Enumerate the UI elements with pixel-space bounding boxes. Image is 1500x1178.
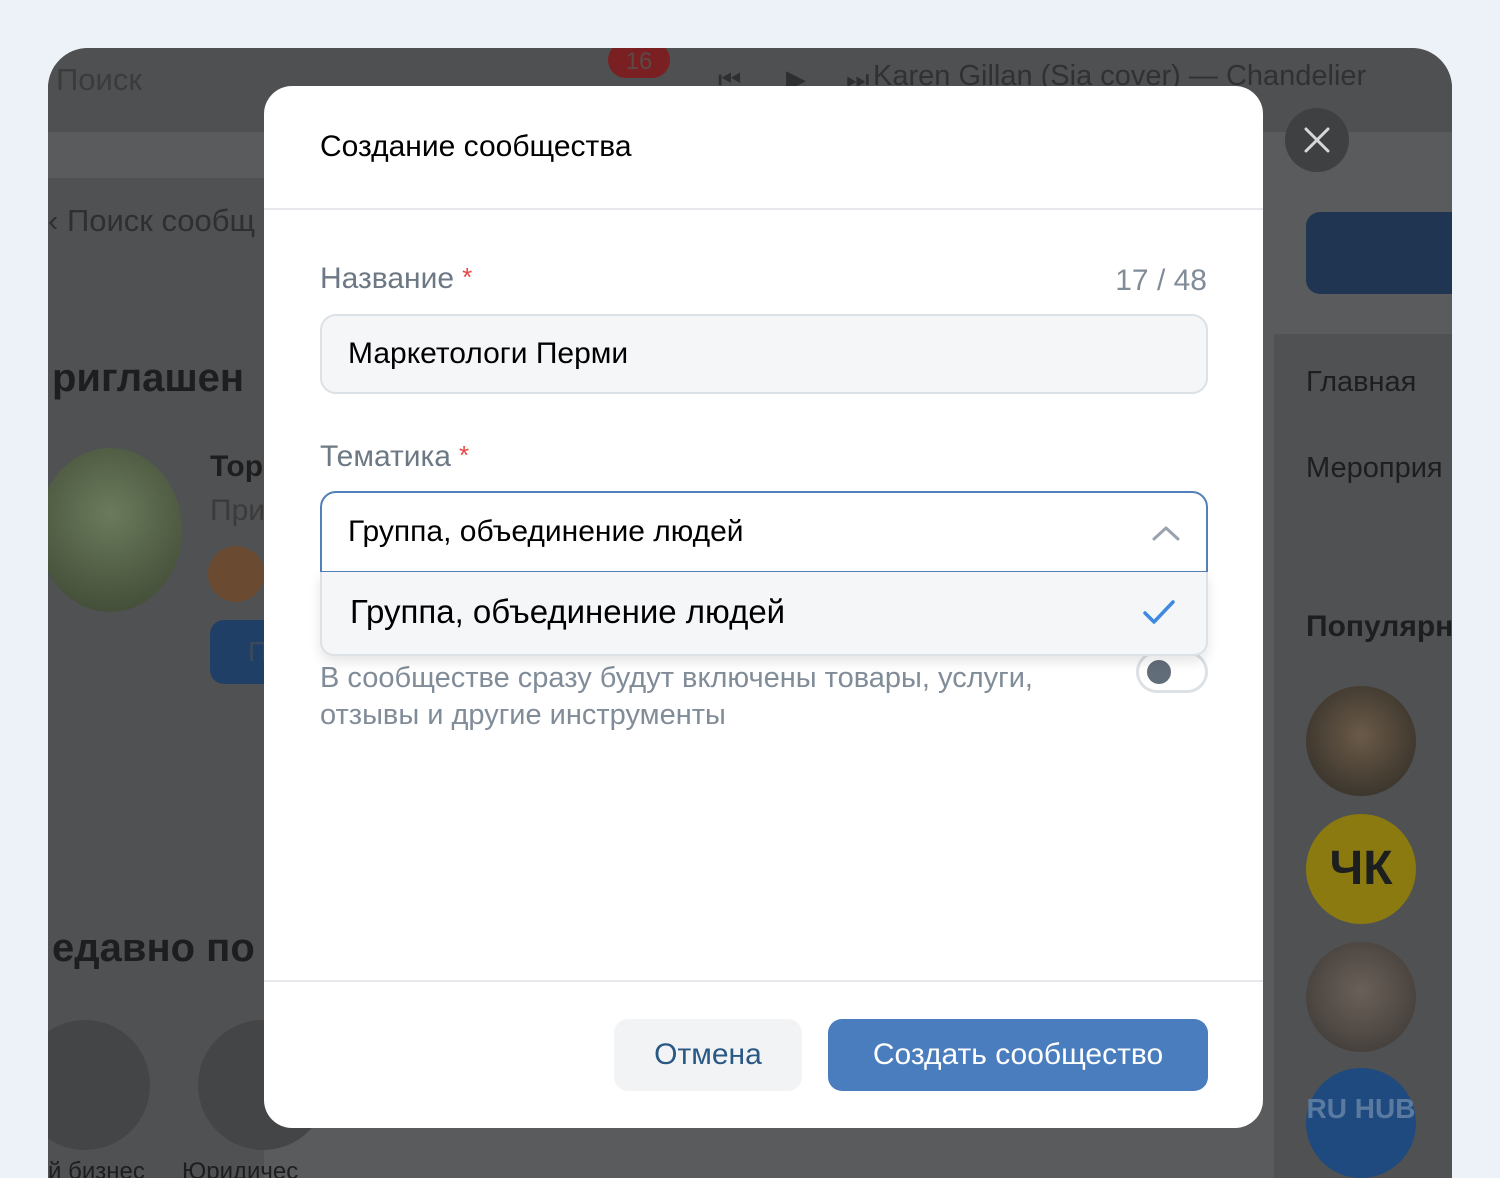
modal-title: Создание сообщества	[320, 130, 632, 163]
cancel-button[interactable]: Отмена	[614, 1019, 802, 1091]
toggle-knob	[1147, 660, 1171, 684]
popular-avatar[interactable]	[1306, 942, 1416, 1052]
close-icon	[1304, 127, 1330, 153]
create-community-modal: Создание сообщества Название * 17 / 48 Ма…	[264, 86, 1263, 1128]
community-name-input[interactable]: Маркетологи Перми	[320, 314, 1208, 394]
business-tools-toggle[interactable]	[1136, 651, 1208, 693]
topic-select[interactable]: Группа, объединение людей	[320, 491, 1208, 573]
topic-option-label: Группа, объединение людей	[350, 593, 786, 630]
name-char-counter: 17 / 48	[1115, 264, 1207, 297]
recent-heading: едавно по	[52, 926, 255, 970]
inviter-avatar	[208, 546, 264, 602]
invitations-card	[48, 316, 264, 896]
popular-logo[interactable]: RU HUB	[1306, 1068, 1416, 1178]
app-window: Поиск 16 ⏮ ▶ ⏭ Karen Gillan (Sia cover) …	[48, 48, 1452, 1178]
name-field-label: Название *	[320, 262, 472, 296]
popular-logo[interactable]: ЧК	[1306, 814, 1416, 924]
nav-item-main[interactable]: Главная	[1306, 366, 1416, 399]
invite-subtitle: При	[210, 494, 266, 527]
recent-item-label[interactable]: й бизнес	[48, 1158, 145, 1178]
invitations-heading: риглашен	[52, 356, 245, 400]
popular-heading: Популярн	[1306, 610, 1452, 643]
topic-select-value: Группа, объединение людей	[348, 515, 744, 548]
modal-header: Создание сообщества	[264, 86, 1263, 210]
business-toggle-description: В сообществе сразу будут включены товары…	[320, 662, 1033, 731]
name-label-text: Название	[320, 262, 455, 295]
popular-avatar[interactable]	[1306, 686, 1416, 796]
topic-option[interactable]: Группа, объединение людей	[322, 572, 1206, 654]
topic-label-text: Тематика	[320, 440, 451, 473]
footer-divider	[264, 980, 1263, 982]
create-community-button[interactable]: Создать сообщество	[828, 1019, 1208, 1091]
recent-item-label[interactable]: Юридичес	[182, 1158, 298, 1178]
global-search-input[interactable]: Поиск	[56, 62, 142, 98]
nav-item-events[interactable]: Мероприя	[1306, 452, 1443, 485]
topic-field-label: Тематика *	[320, 440, 469, 474]
community-search-placeholder: Поиск сообщ	[66, 203, 256, 238]
required-mark: *	[462, 262, 473, 292]
close-modal-button[interactable]	[1285, 108, 1349, 172]
invite-name[interactable]: Тор	[210, 450, 263, 484]
required-mark: *	[458, 440, 470, 470]
notification-badge[interactable]: 16	[608, 48, 670, 78]
topic-dropdown: Группа, объединение людей	[320, 572, 1208, 656]
community-search-input[interactable]: ‹ Поиск сообщ	[48, 203, 255, 239]
chevron-up-icon	[1152, 526, 1180, 541]
create-community-button-bg[interactable]	[1306, 212, 1452, 294]
checkmark-icon	[1143, 600, 1175, 624]
